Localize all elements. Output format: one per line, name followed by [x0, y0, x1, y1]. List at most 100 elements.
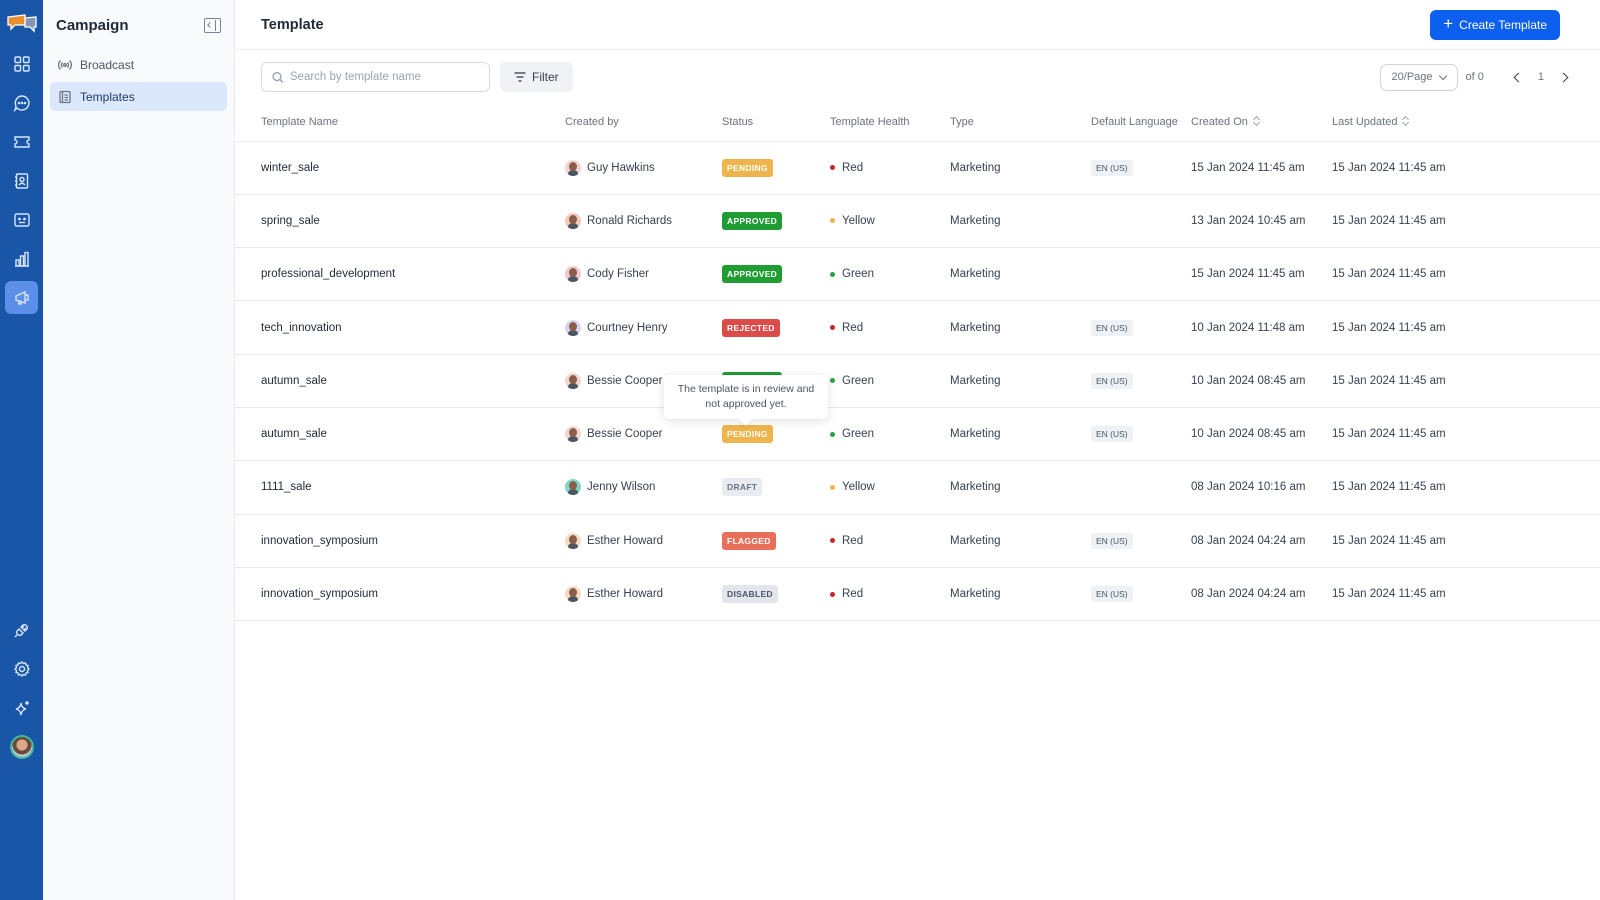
current-page[interactable]: 1: [1538, 71, 1544, 83]
last-updated-cell: 15 Jan 2024 11:45 am: [1332, 460, 1600, 515]
last-updated-cell: 15 Jan 2024 11:45 am: [1332, 407, 1600, 462]
creator-name: Bessie Cooper: [587, 374, 663, 387]
sort-icon[interactable]: [1253, 116, 1260, 126]
column-header-template-health: Template Health: [830, 104, 950, 142]
language-badge: EN (US): [1091, 372, 1133, 389]
last-updated-label: Last Updated: [1332, 116, 1398, 129]
template-name[interactable]: tech_innovation: [235, 300, 565, 355]
status-cell: PENDING: [722, 141, 830, 195]
create-template-button[interactable]: + Create Template: [1430, 9, 1560, 40]
health-cell: Yellow: [830, 460, 950, 515]
search-input[interactable]: [289, 71, 479, 83]
chevron-down-icon: [1438, 71, 1447, 80]
settings-gear-icon[interactable]: [5, 652, 38, 685]
health-label: Green: [842, 374, 874, 387]
column-header-last-updated[interactable]: Last Updated: [1332, 104, 1600, 142]
status-badge: PENDING: [722, 425, 773, 444]
type-cell: Marketing: [950, 514, 1091, 568]
created-by-cell: Jenny Wilson: [565, 460, 722, 515]
health-label: Red: [842, 534, 864, 547]
campaign-megaphone-icon[interactable]: [5, 281, 38, 314]
column-header-type: Type: [950, 104, 1091, 142]
table-row[interactable]: tech_innovation Courtney Henry REJECTED …: [235, 300, 1600, 355]
created-on-cell: 10 Jan 2024 08:45 am: [1191, 407, 1332, 462]
language-badge: EN (US): [1091, 532, 1133, 549]
sidebar-item-label: Templates: [80, 89, 135, 104]
bot-icon[interactable]: [5, 203, 38, 236]
template-name[interactable]: 1111_sale: [235, 460, 565, 515]
table-row[interactable]: winter_sale Guy Hawkins PENDING Red Mark…: [235, 141, 1600, 195]
analytics-icon[interactable]: [5, 242, 38, 275]
health-label: Yellow: [842, 481, 875, 494]
template-name[interactable]: spring_sale: [235, 194, 565, 249]
template-name[interactable]: professional_development: [235, 247, 565, 302]
health-cell: Red: [830, 141, 950, 195]
last-updated-cell: 15 Jan 2024 11:45 am: [1332, 514, 1600, 568]
template-name[interactable]: autumn_sale: [235, 407, 565, 462]
status-cell: APPROVED: [722, 194, 830, 249]
status-cell: DISABLED: [722, 567, 830, 622]
sidebar-item-broadcast[interactable]: Broadcast: [50, 50, 227, 79]
health-cell: Red: [830, 514, 950, 568]
creator-avatar: [565, 266, 581, 283]
created-by-cell: Guy Hawkins: [565, 141, 722, 195]
type-cell: Marketing: [950, 460, 1091, 515]
status-cell: REJECTED: [722, 300, 830, 355]
column-header-default-language: Default Language: [1091, 104, 1191, 142]
prev-page-icon[interactable]: [1512, 72, 1522, 82]
creator-avatar: [565, 159, 581, 176]
language-cell: EN (US): [1091, 407, 1191, 462]
creator-avatar: [565, 426, 581, 443]
creator-name: Ronald Richards: [587, 214, 673, 227]
table-row[interactable]: 1111_sale Jenny Wilson DRAFT Yellow Mark…: [235, 460, 1600, 515]
language-cell: EN (US): [1091, 141, 1191, 195]
created-by-cell: Esther Howard: [565, 567, 722, 622]
next-page-icon[interactable]: [1560, 72, 1570, 82]
health-cell: Green: [830, 407, 950, 462]
user-avatar[interactable]: [9, 735, 34, 759]
created-on-label: Created On: [1191, 116, 1248, 129]
pagination: 20/Page of 0 1: [1379, 63, 1570, 91]
main-content: Template + Create Template Filter 20/Pag…: [235, 0, 1600, 900]
column-header-status: Status: [722, 104, 830, 142]
creator-name: Cody Fisher: [587, 268, 649, 281]
table-row[interactable]: professional_development Cody Fisher APP…: [235, 247, 1600, 302]
table-row[interactable]: autumn_sale Bessie Cooper PENDING Green …: [235, 407, 1600, 462]
contacts-icon[interactable]: [5, 164, 38, 197]
dashboard-icon[interactable]: [5, 47, 38, 80]
table-row[interactable]: innovation_symposium Esther Howard DISAB…: [235, 567, 1600, 622]
collapse-sidebar-icon[interactable]: [204, 17, 221, 33]
integrations-plug-icon[interactable]: [5, 613, 38, 646]
creator-name: Bessie Cooper: [587, 428, 663, 441]
filter-button[interactable]: Filter: [500, 62, 573, 92]
table-row[interactable]: innovation_symposium Esther Howard FLAGG…: [235, 514, 1600, 568]
brand-logo-icon[interactable]: [6, 12, 38, 34]
ticket-icon[interactable]: [5, 125, 38, 158]
language-cell: EN (US): [1091, 567, 1191, 622]
ai-sparkle-icon[interactable]: [5, 691, 38, 724]
template-name[interactable]: innovation_symposium: [235, 514, 565, 568]
type-cell: Marketing: [950, 354, 1091, 408]
status-badge: DRAFT: [722, 478, 763, 497]
sidebar-item-templates[interactable]: Templates: [50, 82, 227, 111]
table-header-row: Template Name Created by Status Template…: [235, 104, 1600, 142]
sort-icon[interactable]: [1402, 116, 1409, 126]
language-cell: EN (US): [1091, 354, 1191, 408]
status-badge: REJECTED: [722, 318, 780, 337]
health-dot-icon: [830, 165, 835, 171]
health-cell: Yellow: [830, 194, 950, 249]
health-label: Red: [842, 588, 864, 601]
chat-icon[interactable]: [5, 86, 38, 119]
creator-avatar: [565, 586, 581, 603]
template-name[interactable]: autumn_sale: [235, 354, 565, 408]
template-name[interactable]: winter_sale: [235, 141, 565, 195]
table-row[interactable]: autumn_sale Bessie Cooper APPROVED Green…: [235, 354, 1600, 408]
health-label: Red: [842, 321, 864, 334]
template-name[interactable]: innovation_symposium: [235, 567, 565, 622]
column-header-created-on[interactable]: Created On: [1191, 104, 1332, 142]
status-badge: APPROVED: [722, 211, 783, 230]
table-row[interactable]: spring_sale Ronald Richards APPROVED Yel…: [235, 194, 1600, 249]
per-page-select[interactable]: 20/Page: [1379, 63, 1458, 91]
last-updated-cell: 15 Jan 2024 11:45 am: [1332, 354, 1600, 408]
health-label: Red: [842, 161, 864, 174]
